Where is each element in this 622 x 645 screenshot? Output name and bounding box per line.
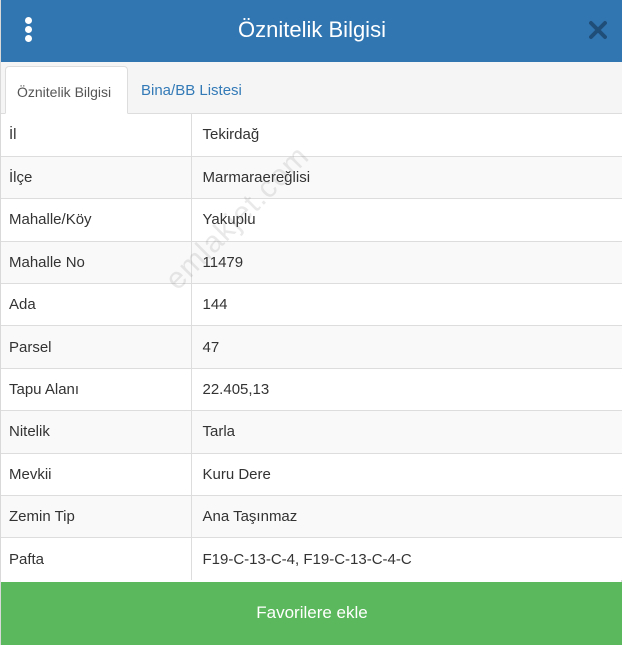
attribute-key: Zemin Tip [1,495,192,538]
attribute-key: Mevkii [1,452,192,496]
attribute-value: 144 [191,283,622,326]
close-icon[interactable] [587,19,609,41]
attribute-key: Nitelik [1,410,192,454]
table-row: Mahalle No 11479 [1,240,622,284]
attribute-value: Yakuplu [191,198,622,242]
tab-attribute-info[interactable]: Öznitelik Bilgisi [5,66,128,114]
attribute-value: Tarla [191,410,622,454]
table-row: İl Tekirdağ [1,114,622,157]
attribute-key: Mahalle No [1,240,192,284]
attribute-value: F19-C-13-C-4, F19-C-13-C-4-C [191,537,622,581]
attribute-key: Pafta [1,537,192,581]
table-row: Nitelik Tarla [1,410,622,454]
table-row: Mevkii Kuru Dere [1,452,622,496]
panel-title: Öznitelik Bilgisi [238,17,386,42]
attribute-key: İlçe [1,155,192,199]
attribute-key: İl [1,114,192,157]
panel-header: Öznitelik Bilgisi [1,0,622,62]
attribute-key: Ada [1,283,192,326]
tab-building-list[interactable]: Bina/BB Listesi [130,66,253,114]
table-row: Ada 144 [1,283,622,326]
table-row: İlçe Marmaraereğlisi [1,155,622,199]
attribute-key: Mahalle/Köy [1,198,192,242]
table-row: Pafta F19-C-13-C-4, F19-C-13-C-4-C [1,537,622,581]
table-row: Zemin Tip Ana Taşınmaz [1,495,622,538]
attribute-key: Tapu Alanı [1,367,192,411]
table-row: Mahalle/Köy Yakuplu [1,198,622,242]
attribute-value: Tekirdağ [191,114,622,157]
attribute-value: Ana Taşınmaz [191,495,622,538]
attribute-value: Kuru Dere [191,452,622,496]
table-row: Tapu Alanı 22.405,13 [1,367,622,411]
table-row: Parsel 47 [1,325,622,369]
attribute-table: İl Tekirdağ İlçe Marmaraereğlisi Mahalle/Köy… [1,114,622,581]
attribute-value: 47 [191,325,622,369]
add-to-favorites-button[interactable]: Favorilere ekle [1,582,622,645]
attribute-value: Marmaraereğlisi [191,155,622,199]
tab-bar: Öznitelik Bilgisi Bina/BB Listesi [1,62,622,114]
attribute-value: 11479 [191,240,622,284]
attribute-info-panel: Öznitelik Bilgisi Öznitelik Bilgisi Bina… [0,0,622,645]
attribute-key: Parsel [1,325,192,369]
attribute-value: 22.405,13 [191,367,622,411]
